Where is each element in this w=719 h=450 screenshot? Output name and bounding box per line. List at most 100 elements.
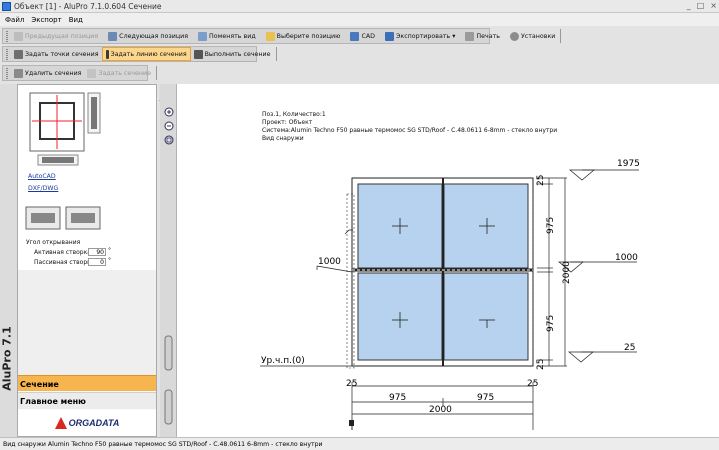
hdim-total: 2000: [429, 405, 452, 415]
cad-button[interactable]: CAD: [347, 29, 378, 43]
title-bar: Объект [1] - AluPro 7.1.0.604 Сечение _ …: [0, 0, 719, 13]
toolbar-grip[interactable]: [6, 67, 8, 79]
toolbar-overflow[interactable]: [275, 47, 277, 61]
menu-file[interactable]: Файл: [5, 16, 24, 24]
splitter-handle[interactable]: [164, 389, 173, 425]
dim-top-label: 1975: [617, 159, 640, 169]
delete-sections-button[interactable]: Удалить сечения: [11, 66, 84, 80]
dim-left-label: 1000: [318, 257, 341, 267]
printer-icon: [465, 31, 475, 41]
left-panel-empty: [18, 270, 156, 375]
orgadata-logo: ORGADATA: [18, 410, 156, 436]
vdim-top: 25: [536, 175, 546, 186]
degree-symbol: °: [108, 247, 111, 254]
delete-toolbar: Удалить сечения Задать сечение: [2, 65, 157, 81]
hdim-right-half: 975: [477, 393, 494, 403]
main-toolbar: Предыдущая позиция Следующая позиция Пом…: [2, 28, 562, 44]
toolbar-grip[interactable]: [6, 30, 8, 42]
toolbar-overflow[interactable]: [560, 29, 562, 43]
drawing-canvas[interactable]: 1975 1000 25 1000 25 975 2000 975 25 25 …: [177, 84, 719, 437]
vdim-bottom: 25: [536, 359, 546, 370]
app-icon: [2, 1, 11, 11]
profile-thumb-detail: [42, 157, 74, 163]
arrow-left-icon: [14, 31, 23, 41]
hdim-right-small: 25: [527, 379, 538, 389]
profile-thumb-detail: [91, 97, 97, 129]
active-sash-input[interactable]: 90: [88, 248, 106, 256]
close-button[interactable]: ×: [710, 1, 717, 10]
nav-main-menu[interactable]: Главное меню: [18, 392, 156, 409]
tools-gutter: [160, 84, 177, 437]
sash-type-left-detail: [31, 213, 55, 223]
orgadata-logo-mark: [54, 417, 67, 429]
logo-text: ORGADATA: [68, 418, 120, 428]
drawing-info-line: Проект: Объект: [262, 119, 313, 126]
minimize-button[interactable]: _: [687, 1, 691, 10]
set-section-button[interactable]: Задать сечение: [84, 66, 154, 80]
print-button[interactable]: Печать: [462, 29, 503, 43]
vertical-app-label: AluPro 7.1: [0, 326, 14, 391]
arrow-right-icon: [108, 31, 118, 41]
prev-position-button[interactable]: Предыдущая позиция: [11, 29, 101, 43]
drawing-info-line: Система:Alumin Techno F50 равные термомо…: [262, 127, 558, 134]
glass-pane: [443, 272, 529, 361]
select-position-button[interactable]: Выберите позицию: [263, 29, 344, 43]
passive-sash-input[interactable]: 0: [88, 258, 106, 266]
drawing-info-line: Вид снаружи: [262, 135, 304, 142]
gear-icon: [509, 31, 519, 41]
play-icon: [87, 68, 97, 78]
left-panel: AutoCAD DXF/DWG Угол открывания Активная…: [17, 84, 157, 437]
vdim-lower: 975: [546, 315, 556, 332]
floor-level-label: Ур.ч.п.(0): [261, 356, 305, 366]
passive-sash-label: Пассивная створк: [34, 259, 91, 266]
window-title: Объект [1] - AluPro 7.1.0.604 Сечение: [14, 1, 162, 11]
zoom-fit-icon[interactable]: [164, 135, 174, 145]
tools-gutter-svg: [164, 107, 174, 425]
set-section-points-button[interactable]: Задать точки сечения: [11, 47, 102, 61]
vdim-total: 2000: [562, 261, 572, 284]
sash-type-right-detail: [71, 213, 95, 223]
maximize-button[interactable]: □: [697, 1, 705, 10]
active-sash-label: Активная створка: [34, 249, 91, 256]
section-toolbar: Задать точки сечения Задать линию сечени…: [2, 46, 277, 62]
dim-right-mid-label: 1000: [615, 253, 638, 263]
left-level-marker: [260, 229, 353, 367]
set-section-line-button[interactable]: Задать линию сечения: [101, 47, 191, 61]
swap-view-icon: [198, 31, 208, 41]
swap-view-button[interactable]: Поменять вид: [195, 29, 259, 43]
execute-icon: [193, 49, 203, 59]
next-position-button[interactable]: Следующая позиция: [105, 29, 191, 43]
toolbar-overflow[interactable]: [156, 66, 157, 80]
opening-angle-label: Угол открывания: [26, 239, 81, 246]
execute-section-button[interactable]: Выполнить сечение: [191, 47, 274, 61]
delete-icon: [14, 68, 23, 78]
folder-icon: [265, 31, 275, 41]
window-controls: _ □ ×: [687, 1, 717, 10]
cad-icon: [350, 31, 360, 41]
chevron-down-icon[interactable]: ▾: [452, 33, 455, 40]
toolbar-grip[interactable]: [6, 48, 8, 60]
origin-marker: [349, 420, 354, 426]
hdim-left-small: 25: [346, 379, 357, 389]
settings-button[interactable]: Установки: [507, 29, 558, 43]
degree-symbol: °: [108, 257, 111, 264]
zoom-in-icon[interactable]: [164, 107, 174, 117]
dxf-dwg-link[interactable]: DXF/DWG: [28, 185, 58, 192]
dim-right-bottom-label: 25: [624, 343, 635, 353]
menu-export[interactable]: Экспорт: [31, 16, 61, 24]
menu-view[interactable]: Вид: [69, 16, 83, 24]
left-panel-top: AutoCAD DXF/DWG Угол открывания Активная…: [18, 85, 156, 270]
zoom-out-icon[interactable]: [164, 121, 174, 131]
export-icon: [385, 31, 395, 41]
autocad-link[interactable]: AutoCAD: [28, 173, 56, 180]
drawing-info-line: Поз.1, Количество:1: [262, 111, 326, 118]
hdim-left-half: 975: [389, 393, 406, 403]
nav-section[interactable]: Сечение: [18, 375, 156, 391]
splitter-handle[interactable]: [164, 335, 173, 371]
menu-bar: Файл Экспорт Вид: [0, 13, 719, 26]
window-drawing: 1975 1000 25 1000 25 975 2000 975 25 25 …: [260, 159, 640, 430]
status-bar: Вид снаружи Alumin Techno F50 равные тер…: [0, 437, 719, 450]
vdim-upper: 975: [546, 217, 556, 234]
export-button[interactable]: Экспортировать ▾: [382, 29, 458, 43]
points-icon: [14, 49, 23, 59]
